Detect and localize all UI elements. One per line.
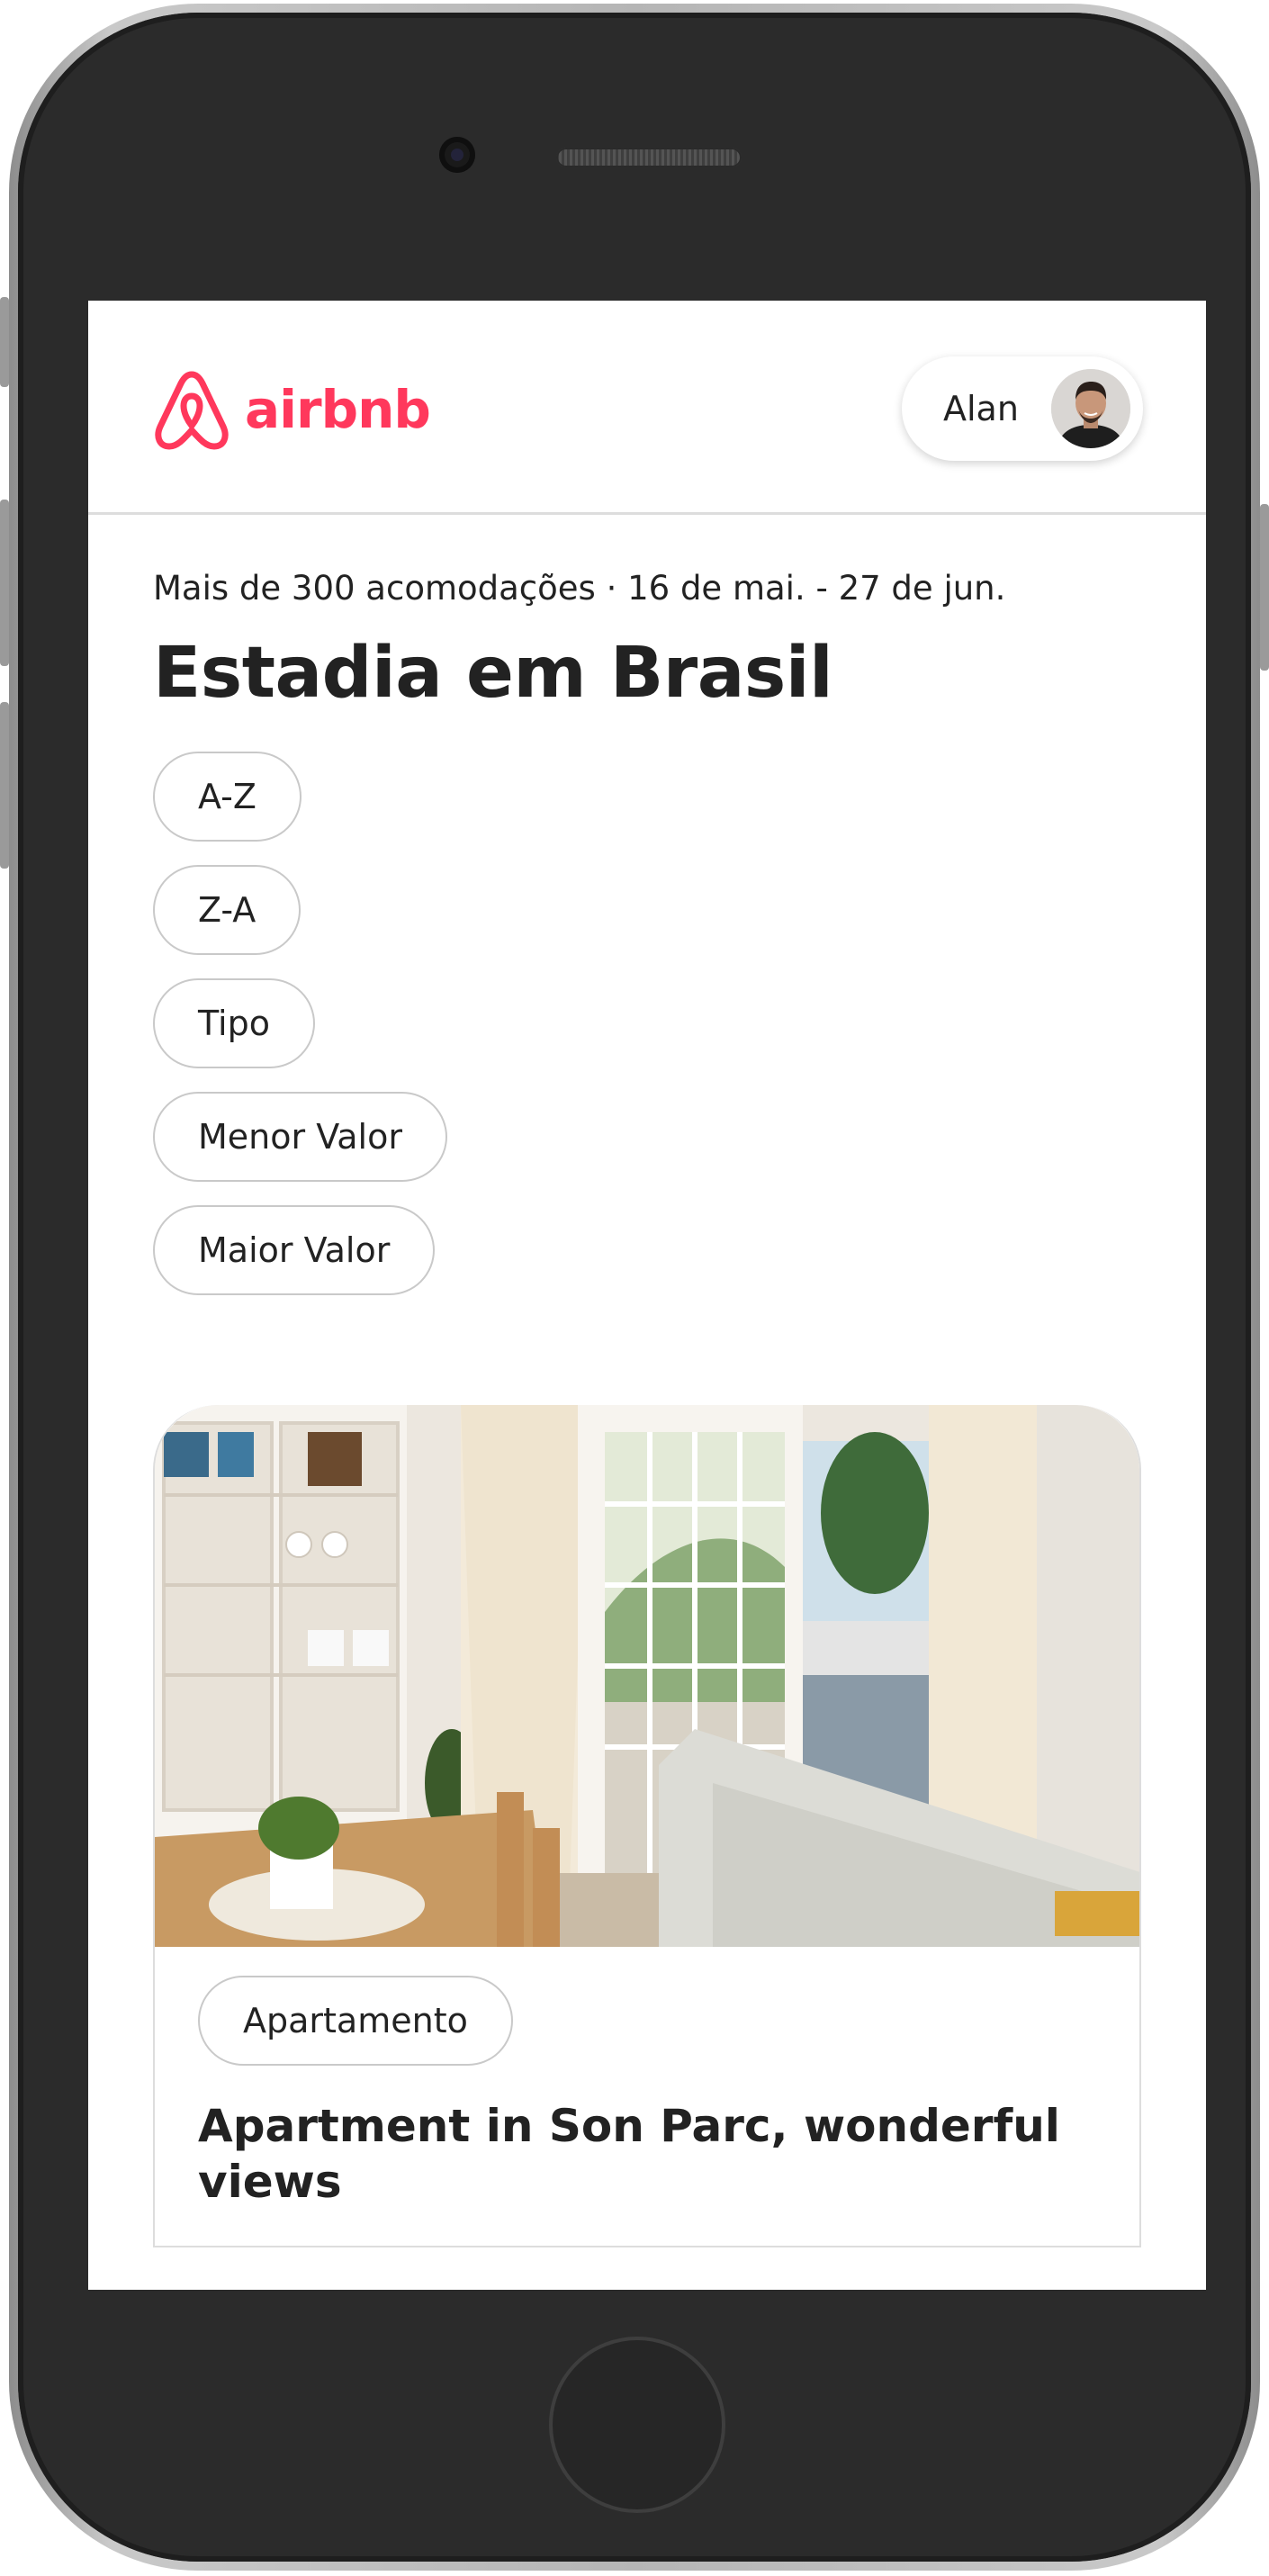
logo-wordmark: airbnb [245,379,431,440]
earpiece-speaker [556,148,742,167]
top-navbar: airbnb Alan [88,301,1206,515]
phone-frame: airbnb Alan Mais de 300 acomodações · 16… [9,4,1260,2571]
mute-switch [0,297,9,387]
listing-card[interactable]: Apartamento Apartment in Son Parc, wonde… [153,1405,1141,2247]
sort-filters: A-Z Z-A Tipo Menor Valor Maior Valor [153,752,1141,1319]
filter-z-a[interactable]: Z-A [153,865,302,955]
page-title: Estadia em Brasil [153,633,833,714]
user-avatar [1051,369,1130,448]
search-summary: Mais de 300 acomodações · 16 de mai. - 2… [153,569,1006,608]
volume-down-button [0,702,9,869]
airbnb-logo-icon [155,371,229,450]
front-camera [439,137,475,173]
airbnb-logo[interactable]: airbnb [151,365,431,454]
volume-up-button [0,500,9,666]
listing-photo[interactable] [155,1405,1139,1947]
user-menu-button[interactable]: Alan [902,356,1143,461]
power-button [1260,504,1269,671]
filter-tipo[interactable]: Tipo [153,978,315,1068]
filter-maior-valor[interactable]: Maior Valor [153,1205,436,1295]
avatar-icon [1051,369,1130,448]
listing-details: Apartamento Apartment in Son Parc, wonde… [155,1947,1139,2246]
user-name: Alan [943,389,1019,428]
listing-title[interactable]: Apartment in Son Parc, wonderful views [198,2098,1096,2210]
home-button[interactable] [549,2337,725,2513]
filter-menor-valor[interactable]: Menor Valor [153,1092,447,1182]
main-content: Mais de 300 acomodações · 16 de mai. - 2… [88,569,1206,2247]
listing-type-badge: Apartamento [198,1976,513,2066]
app-screen: airbnb Alan Mais de 300 acomodações · 16… [88,301,1206,2290]
phone-body: airbnb Alan Mais de 300 acomodações · 16… [18,13,1251,2562]
apartment-photo [155,1405,1139,1947]
filter-a-z[interactable]: A-Z [153,752,302,842]
